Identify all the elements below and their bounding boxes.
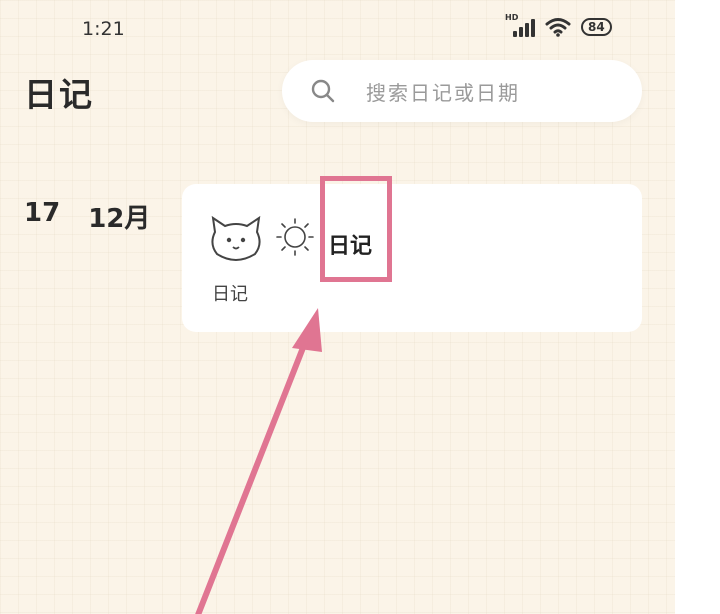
- network-type-label: HD: [505, 13, 519, 22]
- signal-icon: HD: [505, 13, 535, 37]
- search-placeholder: 搜索日记或日期: [366, 80, 520, 105]
- mood-label: 日记: [212, 284, 248, 305]
- search-input[interactable]: 搜索日记或日期: [282, 60, 642, 122]
- status-time: 1:21: [82, 18, 125, 40]
- wifi-icon: [545, 18, 571, 37]
- sun-icon: [276, 218, 314, 256]
- entry-date: 17 12月: [24, 198, 150, 235]
- entry-month: 12月: [88, 204, 151, 234]
- highlight-box: [320, 176, 392, 282]
- cat-face-icon: [211, 215, 261, 261]
- diary-entry-card[interactable]: 日记 日记: [182, 184, 642, 332]
- entry-day: 17: [24, 198, 61, 228]
- status-icons: HD 84: [505, 13, 612, 37]
- page-title: 日记: [24, 75, 94, 114]
- right-edge-strip: [675, 0, 720, 614]
- status-bar: 1:21 HD 84: [0, 0, 675, 60]
- search-icon: [311, 79, 335, 103]
- battery-icon: 84: [581, 18, 612, 36]
